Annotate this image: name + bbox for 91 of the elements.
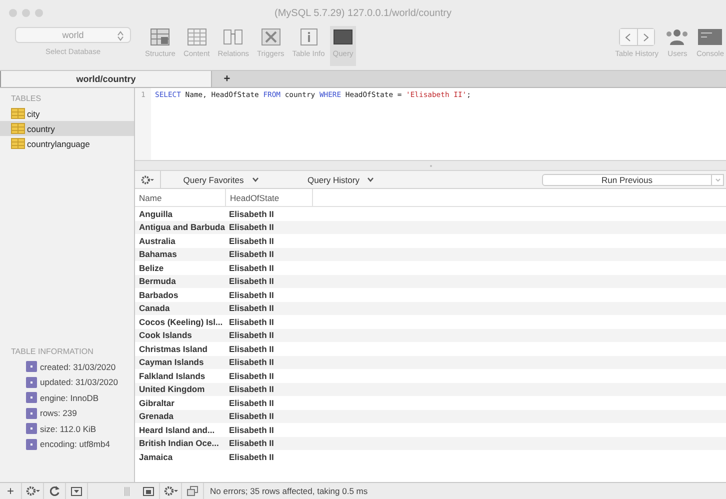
table-cell-text: Elisabeth II <box>228 208 275 219</box>
table-cell-text: Elisabeth II <box>228 370 275 381</box>
info-icon <box>26 361 37 372</box>
info-text: updated: 31/03/2020 <box>40 377 118 388</box>
info-text: encoding: utf8mb4 <box>40 439 110 450</box>
window-title: (MySQL 5.7.29) 127.0.0.1/world/country <box>274 8 452 18</box>
table-cell-text: Gibraltar <box>138 398 176 408</box>
info-text: size: 112.0 KiB <box>40 424 96 434</box>
table-cell-text: Elisabeth II <box>228 276 275 286</box>
table-item[interactable]: city <box>0 106 134 121</box>
section-heading: TABLE INFORMATION <box>10 346 94 358</box>
info-text: rows: 239 <box>40 408 77 418</box>
table-cell-text: Anguilla <box>138 208 174 219</box>
table-cell-text: Bahamas <box>138 249 178 260</box>
refresh-icon <box>50 486 60 496</box>
table-cell-text: Falkland Islands <box>138 370 206 381</box>
query-history-button[interactable]: Query History <box>281 171 401 188</box>
info-icon <box>26 408 37 419</box>
table-cell-text: Cook Islands <box>138 330 193 340</box>
tab[interactable]: world/country <box>0 71 212 87</box>
table-item[interactable]: countrylanguage <box>0 136 134 151</box>
status-message: No errors; 35 rows affected, taking 0.5 ms <box>209 486 368 496</box>
table-cell-text: Christmas Island <box>138 344 208 354</box>
table-cell-text: Australia <box>138 236 176 246</box>
table-cell-text: Canada <box>138 303 171 314</box>
table-cell-text: Elisabeth II <box>228 330 275 340</box>
stepper-icon <box>117 31 124 41</box>
table-cell-text: Barbados <box>138 290 180 300</box>
table-cell-text: Elisabeth II <box>228 249 275 260</box>
table-cell-text: Elisabeth II <box>228 438 275 448</box>
table-cell-text: Elisabeth II <box>228 303 275 314</box>
table-cell-text: Grenada <box>138 411 174 422</box>
table-cell-text: Elisabeth II <box>228 424 275 435</box>
table-cell-text: Elisabeth II <box>228 357 275 368</box>
gear-icon <box>26 486 40 496</box>
users-icon[interactable] <box>664 28 690 46</box>
chevron-down-icon <box>367 177 374 182</box>
gear-icon <box>141 174 154 184</box>
table-cell-text: Elisabeth II <box>228 398 275 408</box>
copy-icon <box>187 486 198 496</box>
resize-handle-icon[interactable] <box>124 486 130 496</box>
forward-button[interactable] <box>636 29 654 45</box>
table-cell-text: Elisabeth II <box>228 222 275 232</box>
info-text: created: 31/03/2020 <box>40 362 116 372</box>
chevron-down-icon <box>252 177 259 182</box>
info-icon <box>26 438 37 450</box>
run-previous-button[interactable]: Run Previous <box>542 174 712 186</box>
table-cell-text: Elisabeth II <box>228 262 275 273</box>
query-icon <box>332 28 353 46</box>
triggers-icon <box>260 28 281 46</box>
info-icon <box>298 28 318 46</box>
add-button[interactable]: + <box>0 483 22 499</box>
info-icon <box>26 392 37 404</box>
table-cell-text: Elisabeth II <box>228 236 275 246</box>
query-favorites-button[interactable]: Query Favorites <box>161 171 281 188</box>
relations-icon <box>223 28 244 46</box>
window-icon <box>71 486 82 496</box>
table-cell-text: British Indian Oce... <box>138 438 220 448</box>
table-cell-text: Elisabeth II <box>228 290 275 300</box>
grid-icon <box>186 28 207 46</box>
table-cell-text: Elisabeth II <box>228 411 275 422</box>
table-cell-text: Antigua and Barbuda <box>138 222 225 232</box>
table-cell-text: Heard Island and... <box>138 424 216 435</box>
back-button[interactable] <box>620 29 637 45</box>
window-icon <box>143 486 154 496</box>
console-icon[interactable] <box>698 28 722 46</box>
info-text: engine: InnoDB <box>40 392 99 403</box>
table-icon <box>11 138 25 149</box>
table-cell-text: Bermuda <box>138 276 177 286</box>
table-cell-text: Cayman Islands <box>138 357 205 368</box>
table-item[interactable]: country <box>0 121 134 136</box>
table-cell-text: Elisabeth II <box>228 384 275 394</box>
table-icon <box>11 108 25 119</box>
table-cell-text: Elisabeth II <box>228 344 275 354</box>
table-cell-text: Belize <box>138 262 165 273</box>
gear-icon <box>164 486 178 496</box>
column-header[interactable]: HeadOfState <box>226 189 313 206</box>
chevron-right-icon <box>642 32 649 42</box>
table-cell-text: Jamaica <box>138 452 174 462</box>
column-header[interactable]: Name <box>135 189 226 206</box>
section-heading: TABLES <box>10 93 42 105</box>
info-icon <box>26 423 37 434</box>
chevron-down-icon <box>714 178 720 182</box>
table-cell-text: Cocos (Keeling) Isl... <box>138 316 224 327</box>
table-icon <box>11 123 25 134</box>
table-cell-text: Elisabeth II <box>228 452 275 462</box>
table-cell-text: United Kingdom <box>138 384 206 394</box>
chevron-left-icon <box>625 32 632 42</box>
info-icon <box>26 376 37 388</box>
structure-icon <box>150 28 170 46</box>
table-cell-text: Elisabeth II <box>228 316 275 327</box>
